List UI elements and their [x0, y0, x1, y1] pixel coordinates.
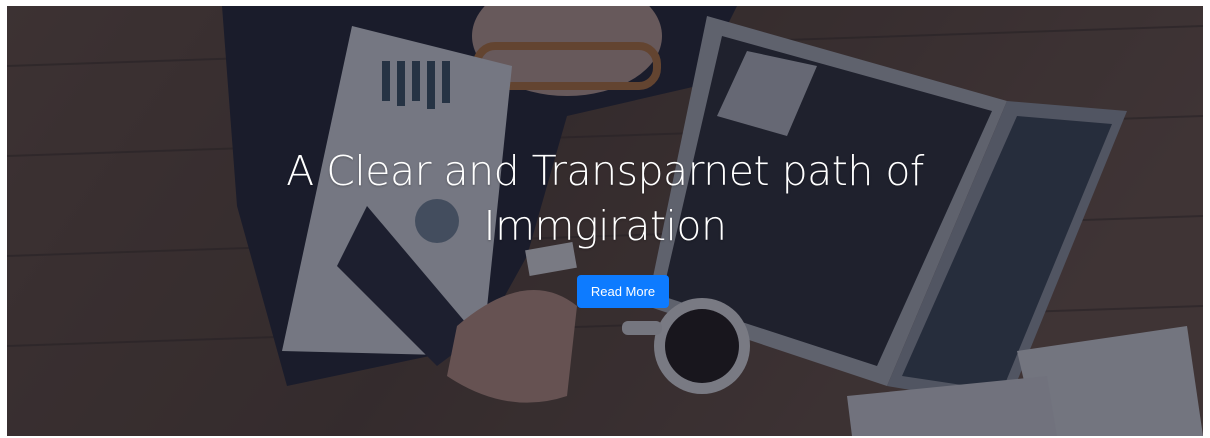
- hero-title: A Clear and Transparnet path of Immgirat…: [286, 147, 924, 250]
- read-more-button[interactable]: Read More: [577, 275, 669, 308]
- hero-banner: A Clear and Transparnet path of Immgirat…: [7, 6, 1203, 436]
- hero-content: A Clear and Transparnet path of Immgirat…: [7, 6, 1203, 436]
